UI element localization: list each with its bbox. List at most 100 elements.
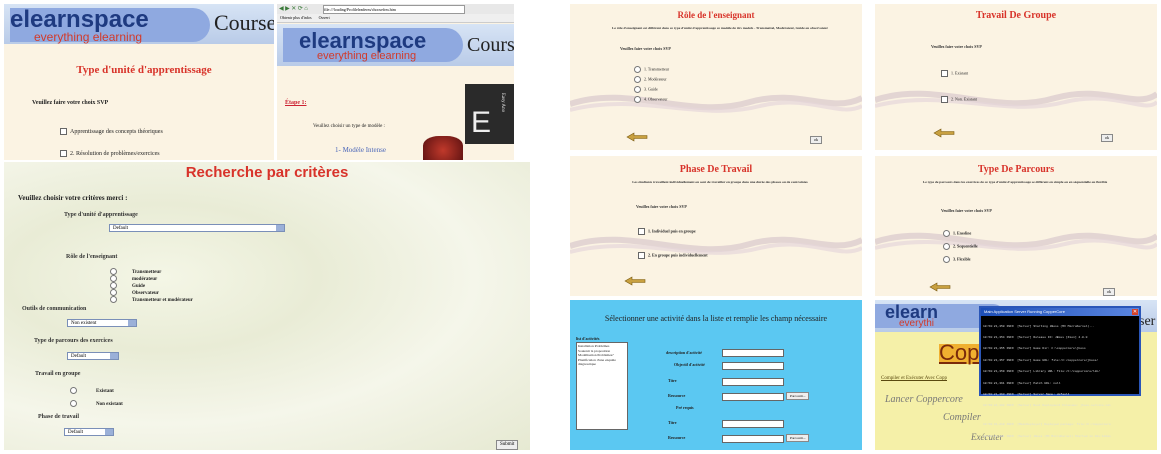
ressource-label: Ressource: [668, 393, 686, 398]
bookmark-item[interactable]: Obtenir plus d'infos: [280, 15, 312, 20]
option-label: 1. Individuel puis en groupe: [648, 228, 696, 234]
option-label: 2. Non. Existant: [951, 96, 977, 102]
console-titlebar[interactable]: Main Application Server Running CopperCo…: [981, 308, 1139, 316]
list-item[interactable]: Planification d'une enquête diagnostique: [578, 358, 626, 367]
back-arrow-icon[interactable]: [626, 132, 648, 142]
back-arrow-icon[interactable]: [929, 282, 951, 292]
compile-link[interactable]: Compiler et Exécuter Avec Copp: [881, 376, 947, 381]
panel-type-unite: elearnspace everything elearning Courser…: [4, 4, 274, 160]
lancer-link[interactable]: Lancer Coppercore: [885, 394, 963, 405]
ressource2-input[interactable]: [722, 435, 784, 443]
radio[interactable]: [70, 400, 77, 407]
outils-select-value: Non existent: [71, 321, 97, 326]
ok-button[interactable]: ok: [810, 136, 822, 144]
checkbox[interactable]: [941, 70, 948, 77]
checkbox[interactable]: [60, 150, 67, 157]
radio[interactable]: [70, 387, 77, 394]
desc-input[interactable]: [722, 349, 784, 357]
role-option[interactable]: Transmetteur: [110, 268, 193, 275]
option[interactable]: 1. Individuel puis en groupe: [638, 228, 696, 235]
radio[interactable]: [110, 275, 117, 282]
browse-button[interactable]: Parcourir...: [786, 392, 810, 400]
bookmarks-bar: Obtenir plus d'infos Ouvert: [277, 14, 514, 23]
outils-label: Outils de communication: [22, 306, 87, 312]
ok-button[interactable]: ok: [1101, 134, 1113, 142]
option[interactable]: 3. Guide: [634, 86, 669, 96]
close-icon[interactable]: ✕: [1132, 309, 1138, 315]
option-1[interactable]: Apprentissage des concepts théoriques: [60, 128, 163, 135]
radio[interactable]: [634, 96, 641, 103]
role-option-label: Transmetteur: [132, 269, 162, 275]
header-banner: elearnspace everything elearning Courser: [277, 24, 514, 66]
console-window[interactable]: Main Application Server Running CopperCo…: [979, 306, 1141, 438]
description: Le rôle d'enseignant est différent dans …: [611, 26, 828, 30]
activity-list[interactable]: Installation Problèmes Soutenir la propo…: [576, 342, 628, 430]
role-option-label: modérateur: [132, 276, 158, 282]
objectif-input[interactable]: [722, 362, 784, 370]
option-2[interactable]: 2. Résolution de problèmes/exercices: [60, 150, 160, 157]
option[interactable]: 3. Flexible: [943, 256, 971, 263]
model-link[interactable]: 1- Modèle Intense: [335, 146, 386, 154]
titre-input[interactable]: [722, 378, 784, 386]
option[interactable]: 1. Transmetteur: [634, 66, 669, 76]
radio[interactable]: [110, 268, 117, 275]
role-option[interactable]: Transmetteur et modérateur: [110, 296, 193, 303]
browse-button-2[interactable]: Parcourir...: [786, 434, 810, 442]
radio[interactable]: [634, 86, 641, 93]
option-label: 2. Sequentielle: [953, 243, 978, 249]
checkbox[interactable]: [638, 252, 645, 259]
radio[interactable]: [943, 243, 950, 250]
checkbox[interactable]: [638, 228, 645, 235]
option-label: 1. Transmetteur: [644, 66, 670, 72]
type-select[interactable]: Default: [109, 224, 285, 232]
option[interactable]: 1. Existant: [941, 70, 968, 77]
compiler-link[interactable]: Compiler: [943, 412, 981, 423]
page-title: Rôle de l'enseignant: [677, 10, 755, 20]
role-option[interactable]: Observateur: [110, 289, 193, 296]
travail-option[interactable]: Existant: [70, 387, 114, 394]
option-label: 3. Guide: [644, 86, 658, 92]
radio[interactable]: [943, 256, 950, 263]
ressource-input[interactable]: [722, 393, 784, 401]
objectif-label: Objectif d'activité: [674, 362, 705, 367]
role-option[interactable]: Guide: [110, 282, 193, 289]
address-bar[interactable]: file:///loading/Profileleaderm/choosefrm…: [323, 5, 465, 14]
type-select-value: Default: [113, 226, 128, 231]
option-label: 1. Existant: [951, 70, 969, 76]
option[interactable]: 2. En groupe puis individuellement: [638, 252, 708, 259]
bookmark-item[interactable]: Ouvert: [319, 15, 330, 20]
console-line: 10:50:31,481 INFO [Server] JBoss (MX Mic…: [983, 434, 1111, 438]
phase-select[interactable]: Default: [64, 428, 114, 436]
red-image: [423, 136, 463, 160]
wave-decoration: [570, 236, 862, 255]
option[interactable]: 2. Non. Existant: [941, 96, 977, 103]
role-option[interactable]: modérateur: [110, 275, 193, 282]
option[interactable]: 2. Modérateur: [634, 76, 669, 86]
titre2-input[interactable]: [722, 420, 784, 428]
radio[interactable]: [634, 66, 641, 73]
parcours-select[interactable]: Default: [67, 352, 119, 360]
option[interactable]: 4. Observateur: [634, 96, 669, 106]
phase-select-value: Default: [68, 430, 83, 435]
wave-decoration: [570, 94, 862, 113]
courser-logo: Courser: [214, 10, 274, 35]
badge-text: Easy Ano: [500, 92, 506, 113]
back-arrow-icon[interactable]: [933, 128, 955, 138]
ok-button[interactable]: ok: [1103, 288, 1115, 296]
console-line: 10:50:31,219 INFO [MainDeployer] Deploye…: [983, 423, 1111, 427]
panel-activite: Sélectionner une activité dans la liste …: [570, 300, 862, 450]
checkbox[interactable]: [941, 96, 948, 103]
back-arrow-icon[interactable]: [624, 276, 646, 286]
nav-icons[interactable]: ◀ ▶ ✕ ⟳ ⌂: [279, 5, 308, 12]
travail-option[interactable]: Non existant: [70, 400, 123, 407]
option[interactable]: 2. Sequentielle: [943, 243, 978, 250]
outils-select[interactable]: Non existent: [67, 319, 137, 327]
radio[interactable]: [634, 76, 641, 83]
radio[interactable]: [943, 230, 950, 237]
checkbox[interactable]: [60, 128, 67, 135]
radio[interactable]: [110, 289, 117, 296]
radio[interactable]: [110, 296, 117, 303]
submit-button[interactable]: Submit: [496, 440, 519, 450]
option[interactable]: 1. Enssline: [943, 230, 971, 237]
radio[interactable]: [110, 282, 117, 289]
